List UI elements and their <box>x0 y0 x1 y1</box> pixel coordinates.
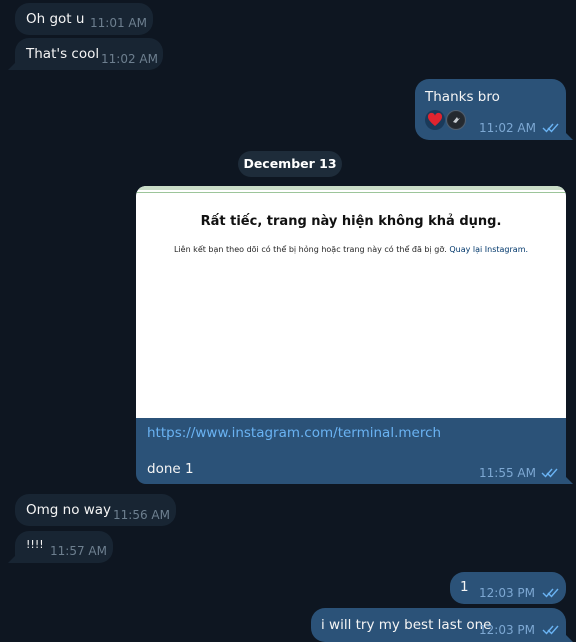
message-text: i will try my best last one <box>321 617 492 633</box>
message-outgoing[interactable]: Thanks bro 11:02 AM <box>415 79 573 140</box>
message-url-link[interactable]: https://www.instagram.com/terminal.merch <box>147 425 441 441</box>
message-text: 1 <box>460 579 469 595</box>
message-text: !!!! <box>26 538 44 551</box>
preview-back-link: Quay lại Instagram. <box>449 245 529 254</box>
message-time: 11:02 AM <box>101 52 158 66</box>
double-check-icon <box>542 123 559 133</box>
message-text: Oh got u <box>26 11 85 27</box>
preview-body: Liên kết bạn theo dõi có thể bị hỏng hoặ… <box>136 245 566 254</box>
preview-body-text: Liên kết bạn theo dõi có thể bị hỏng hoặ… <box>173 245 447 254</box>
heart-reaction-icon[interactable] <box>425 110 445 130</box>
double-check-icon <box>542 625 559 635</box>
message-caption: done 1 <box>147 461 194 477</box>
message-incoming[interactable]: Omg no way 11:56 AM <box>15 494 176 526</box>
double-check-icon <box>542 588 559 598</box>
message-outgoing[interactable]: i will try my best last one 12:03 PM <box>311 608 573 642</box>
message-time: 11:57 AM <box>50 544 107 558</box>
message-text: That's cool <box>26 46 100 62</box>
message-time: 12:03 PM <box>479 623 535 637</box>
link-preview-image[interactable]: Rất tiếc, trang này hiện không khả dụng.… <box>136 186 566 418</box>
double-check-icon <box>541 468 558 478</box>
message-time: 12:03 PM <box>479 586 535 600</box>
date-separator: December 13 <box>238 151 342 177</box>
message-incoming[interactable]: !!!! 11:57 AM <box>8 531 113 563</box>
message-text: Omg no way <box>26 502 112 518</box>
message-time: 11:56 AM <box>113 508 170 522</box>
message-incoming[interactable]: Oh got u 11:01 AM <box>15 3 153 35</box>
avatar-reaction-icon[interactable] <box>446 110 466 130</box>
message-incoming[interactable]: That's cool 11:02 AM <box>8 38 163 70</box>
preview-title: Rất tiếc, trang này hiện không khả dụng. <box>200 214 502 229</box>
message-time: 11:01 AM <box>90 16 147 30</box>
message-text: Thanks bro <box>425 89 500 105</box>
message-outgoing[interactable]: 1 12:03 PM <box>450 572 566 604</box>
message-time: 11:02 AM <box>479 121 536 135</box>
message-time: 11:55 AM <box>479 466 536 480</box>
